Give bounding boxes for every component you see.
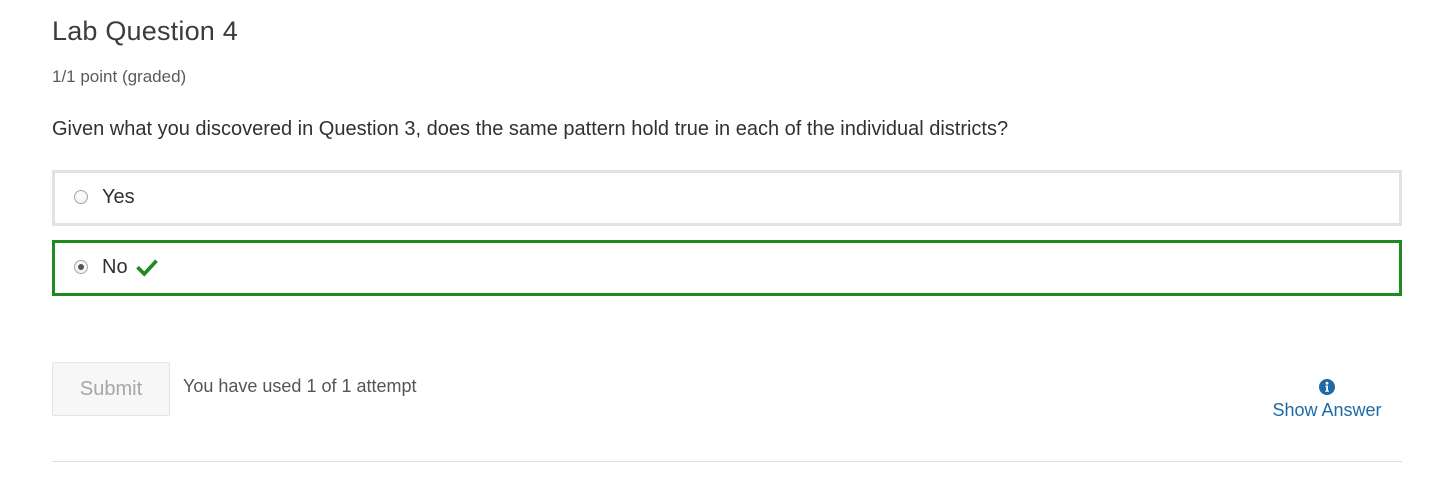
submit-button[interactable]: Submit [52,362,170,416]
choice-no[interactable]: No [52,240,1402,296]
problem-points: 1/1 point (graded) [52,67,187,86]
attempts-text: You have used 1 of 1 attempt [183,376,417,396]
choice-label-yes: Yes [102,186,135,208]
problem-title: Lab Question 4 [52,16,238,46]
choice-yes[interactable]: Yes [52,170,1402,226]
show-answer-button[interactable]: Show Answer [1262,376,1392,421]
divider [52,461,1402,462]
radio-yes[interactable] [74,190,88,204]
checkmark-icon [136,259,158,277]
radio-no[interactable] [74,260,88,274]
question-text: Given what you discovered in Question 3,… [52,118,1009,140]
choice-label-no: No [102,256,128,278]
show-answer-label: Show Answer [1272,400,1382,420]
info-circle-icon [1319,379,1335,395]
